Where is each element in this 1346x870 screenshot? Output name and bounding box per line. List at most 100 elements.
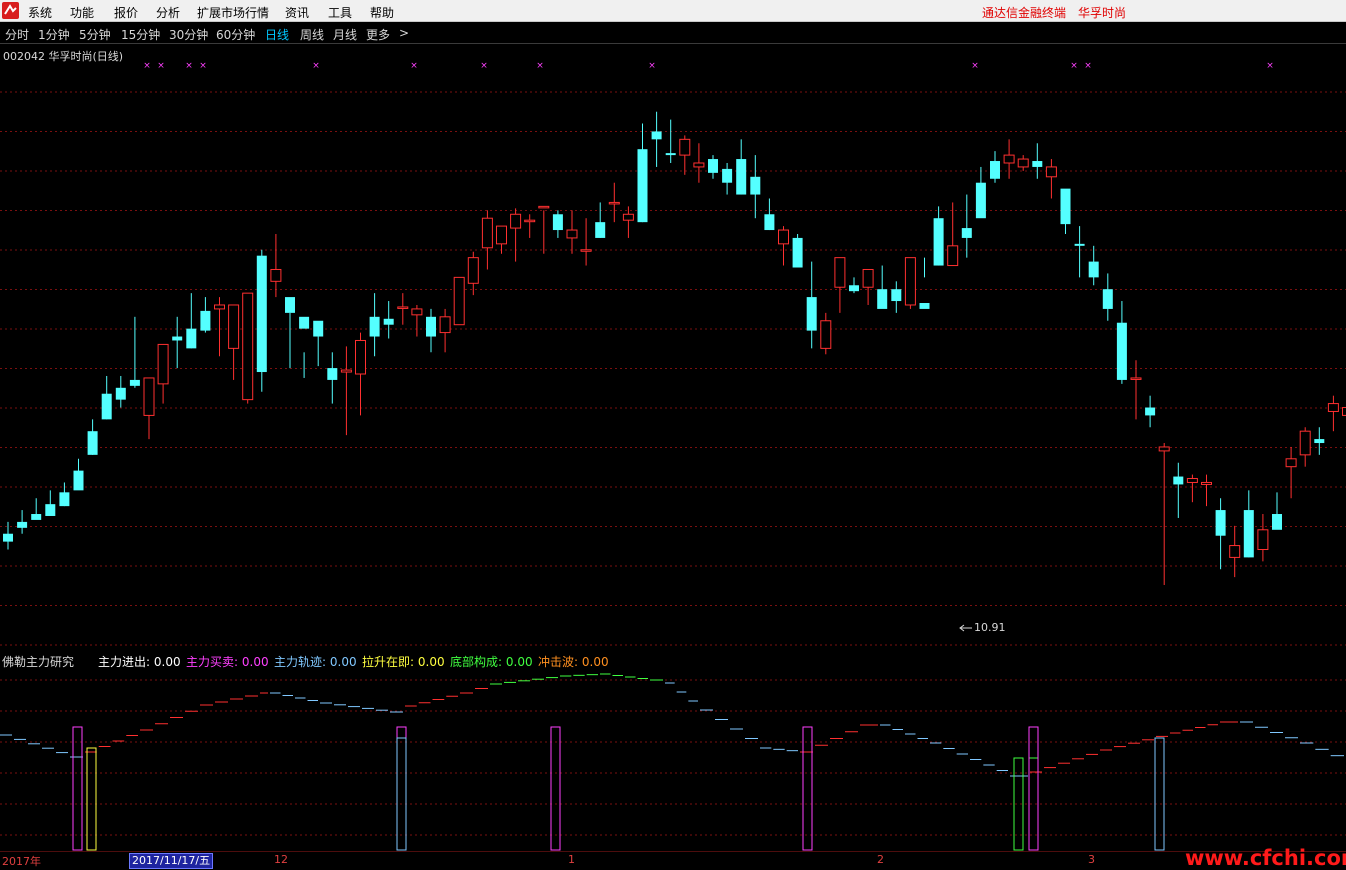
- menu-system[interactable]: 系统: [28, 4, 52, 21]
- candle-body: [694, 163, 704, 167]
- legend-rise-soon: 拉升在即: 0.00: [362, 653, 445, 670]
- candle-body: [144, 378, 154, 415]
- indicator-chart[interactable]: [0, 650, 1346, 852]
- candle-body: [440, 317, 450, 333]
- candle-body: [567, 230, 577, 238]
- axis-label-jan: 1: [568, 853, 575, 866]
- candle-body: [257, 256, 267, 372]
- menu-help[interactable]: 帮助: [370, 4, 394, 21]
- candle-body: [595, 222, 605, 238]
- price-grid: [0, 92, 1346, 650]
- candle-body: [215, 305, 225, 309]
- candle-body: [638, 149, 648, 222]
- indicator-bar: [551, 727, 560, 850]
- signal-x-marker: ×: [648, 61, 656, 71]
- app-logo-icon[interactable]: [2, 2, 19, 19]
- legend-main-trade-label: 主力买卖:: [186, 655, 238, 669]
- candle-body: [200, 311, 210, 331]
- candle-body: [1314, 439, 1324, 443]
- menu-bar: 系统 功能 报价 分析 扩展市场行情 资讯 工具 帮助 通达信金融终端 华孚时尚: [0, 0, 1346, 22]
- candle-body: [285, 297, 295, 313]
- candle-body: [1075, 244, 1085, 246]
- candle-body: [1131, 378, 1141, 380]
- candle-body: [1286, 459, 1296, 467]
- candle-body: [1173, 477, 1183, 485]
- period-intraday[interactable]: 分时: [5, 26, 29, 43]
- candle-body: [1018, 159, 1028, 167]
- candle-body: [934, 218, 944, 265]
- candle-body: [313, 321, 323, 337]
- indicator-name: 佛勒主力研究: [2, 653, 74, 670]
- signal-x-marker: ×: [185, 61, 193, 71]
- legend-main-flow-label: 主力进出:: [98, 655, 150, 669]
- candle-body: [327, 368, 337, 380]
- candle-body: [299, 317, 309, 329]
- candle-body: [539, 206, 549, 208]
- legend-bottom-form-label: 底部构成:: [450, 655, 502, 669]
- candle-body: [271, 269, 281, 281]
- signal-x-marker: ×: [971, 61, 979, 71]
- indicator-legend: 佛勒主力研究 主力进出: 0.00 主力买卖: 0.00 主力轨迹: 0.00 …: [0, 653, 1346, 669]
- low-price-label: 10.91: [974, 621, 1006, 634]
- candle-body: [1258, 530, 1268, 550]
- candle-body: [807, 297, 817, 331]
- candle-body: [1230, 546, 1240, 558]
- candle-body: [976, 183, 986, 218]
- candle-body: [1004, 155, 1014, 163]
- candle-body: [1117, 323, 1127, 380]
- candle-body: [1046, 167, 1056, 177]
- period-5min[interactable]: 5分钟: [79, 26, 111, 43]
- candle-body: [356, 340, 366, 374]
- candle-body: [581, 250, 591, 252]
- menu-news[interactable]: 资讯: [285, 4, 309, 21]
- legend-main-trade: 主力买卖: 0.00: [186, 653, 269, 670]
- menu-analysis[interactable]: 分析: [156, 4, 180, 21]
- period-weekly[interactable]: 周线: [300, 26, 324, 43]
- candle-body: [1202, 482, 1212, 484]
- candle-body: [17, 522, 27, 528]
- candle-body: [553, 214, 563, 230]
- candle-body: [1089, 262, 1099, 278]
- period-daily[interactable]: 日线: [265, 26, 289, 43]
- menu-tools[interactable]: 工具: [328, 4, 352, 21]
- candle-body: [863, 269, 873, 287]
- period-more-chevron[interactable]: >: [399, 26, 409, 40]
- candle-body: [172, 337, 182, 341]
- candle-body: [1061, 189, 1071, 224]
- period-60min[interactable]: 60分钟: [216, 26, 255, 43]
- axis-label-dec: 12: [274, 853, 288, 866]
- candle-body: [821, 321, 831, 349]
- period-15min[interactable]: 15分钟: [121, 26, 160, 43]
- candle-body: [1187, 479, 1197, 483]
- legend-rise-soon-label: 拉升在即:: [362, 655, 414, 669]
- menu-extended-market[interactable]: 扩展市场行情: [197, 4, 269, 21]
- period-1min[interactable]: 1分钟: [38, 26, 70, 43]
- indicator-grid: [0, 680, 1346, 852]
- period-30min[interactable]: 30分钟: [169, 26, 208, 43]
- candle-body: [130, 380, 140, 386]
- legend-main-track-value: 0.00: [330, 655, 357, 669]
- candle-body: [680, 139, 690, 155]
- candlestick-chart[interactable]: ×××××××××××××: [0, 45, 1346, 650]
- indicator-bar: [1155, 738, 1164, 850]
- candle-body: [877, 289, 887, 309]
- candle-body: [45, 504, 55, 516]
- indicator-bar: [803, 727, 812, 850]
- menu-quote[interactable]: 报价: [114, 4, 138, 21]
- period-toolbar: 分时 1分钟 5分钟 15分钟 30分钟 60分钟 日线 周线 月线 更多 >: [0, 23, 1346, 44]
- legend-shockwave-value: 0.00: [582, 655, 609, 669]
- candle-body: [1145, 408, 1155, 416]
- period-monthly[interactable]: 月线: [333, 26, 357, 43]
- period-more[interactable]: 更多: [366, 26, 390, 43]
- low-marker: [960, 625, 972, 631]
- menu-function[interactable]: 功能: [70, 4, 94, 21]
- signal-x-marker: ×: [199, 61, 207, 71]
- signal-markers: ×××××××××××××: [143, 61, 1274, 71]
- candle-body: [525, 220, 535, 222]
- legend-main-flow-value: 0.00: [154, 655, 181, 669]
- signal-x-marker: ×: [1070, 61, 1078, 71]
- axis-label-feb: 2: [877, 853, 884, 866]
- candle-body: [609, 202, 619, 204]
- signal-x-marker: ×: [536, 61, 544, 71]
- candle-body: [398, 307, 408, 309]
